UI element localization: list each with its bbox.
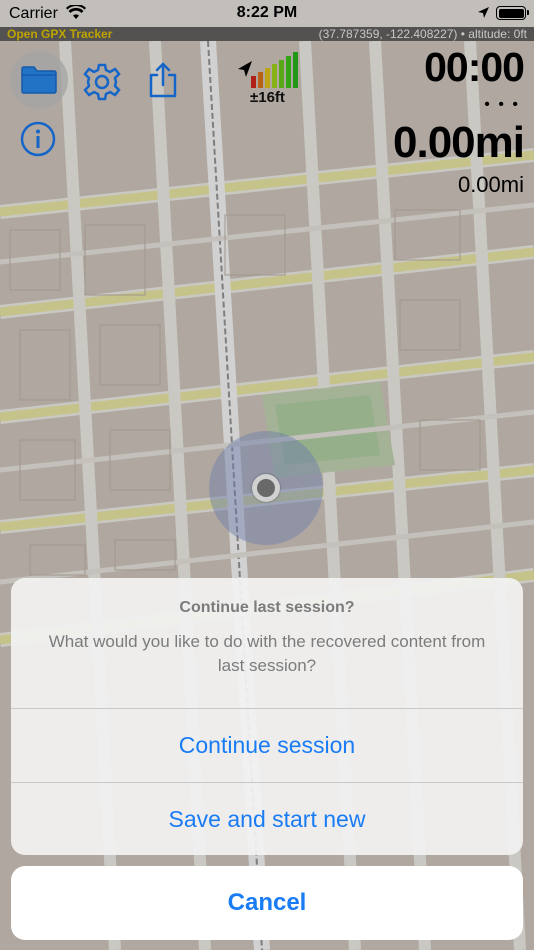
save-and-start-new-button[interactable]: Save and start new — [11, 783, 523, 855]
dialog-message: What would you like to do with the recov… — [48, 632, 486, 675]
action-sheet: Continue last session? What would you li… — [11, 578, 523, 855]
cancel-button[interactable]: Cancel — [11, 866, 523, 940]
dialog-title: Continue last session? — [179, 599, 355, 616]
continue-session-button[interactable]: Continue session — [11, 709, 523, 782]
